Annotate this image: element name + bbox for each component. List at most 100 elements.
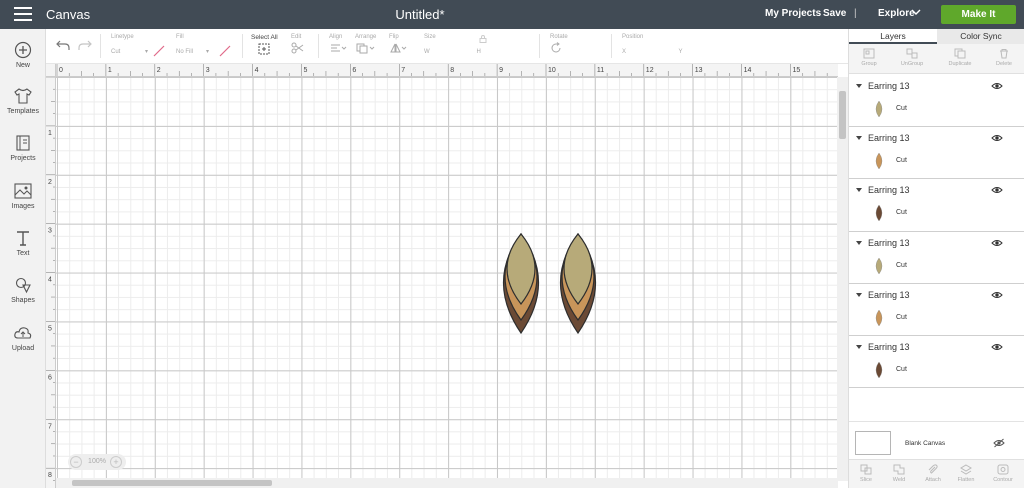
layer-item[interactable]: Cut [849,255,1024,277]
layer-group[interactable]: Earring 13 Cut [849,232,1024,284]
sidebar-item-upload[interactable]: Upload [0,324,46,352]
sidebar-item-shapes[interactable]: Shapes [0,276,46,304]
linetype-select[interactable]: Cut [111,49,145,55]
eye-icon[interactable] [991,82,1003,90]
undo-icon[interactable] [56,39,70,51]
redo-icon[interactable] [78,39,92,51]
linetype-control[interactable]: Linetype Cut ▾ [111,34,148,58]
sidebar-item-images[interactable]: Images [0,182,46,210]
explore-menu[interactable]: Explore [878,8,915,19]
sidebar-item-templates[interactable]: Templates [0,87,46,115]
sidebar-item-new[interactable]: New [0,41,46,69]
edit-control[interactable]: Edit [291,34,307,59]
layer-group[interactable]: Earring 13 Cut [849,336,1024,389]
sidebar-item-projects[interactable]: Projects [0,134,46,162]
vertical-scrollbar[interactable] [837,77,848,481]
rotate-icon[interactable] [550,42,562,54]
layer-group-header[interactable]: Earring 13 [849,290,1024,302]
zoom-out-button[interactable]: − [70,456,82,468]
caret-down-icon[interactable] [856,84,862,88]
layer-item[interactable]: Cut [849,202,1024,224]
layer-item[interactable]: Cut [849,150,1024,172]
layer-item[interactable]: Cut [849,307,1024,329]
design-canvas[interactable]: 012345678910111213141516 12345678 − 100%… [46,64,848,488]
flip-control[interactable]: Flip [389,34,407,59]
rotate-control[interactable]: Rotate [550,34,568,59]
align-icon[interactable] [329,42,347,54]
layer-group-header[interactable]: Earring 13 [849,238,1024,250]
blank-canvas-swatch[interactable] [855,431,891,455]
eye-icon[interactable] [991,186,1003,194]
canvas-grid[interactable] [56,77,838,480]
flip-icon[interactable] [389,42,407,54]
layer-group-header[interactable]: Earring 13 [849,342,1024,354]
caret-down-icon[interactable] [856,240,862,245]
layer-group[interactable]: Earring 13 Cut [849,127,1024,180]
layer-group[interactable]: Earring 13 Cut [849,75,1024,128]
vertical-scroll-thumb[interactable] [839,91,846,139]
duplicate-button[interactable]: Duplicate [943,48,977,67]
eye-icon[interactable] [991,343,1003,351]
tab-color-sync[interactable]: Color Sync [937,29,1024,44]
eye-icon[interactable] [991,239,1003,247]
bottom-actions: Slice Weld Attach Flatten Contour [849,459,1024,488]
zoom-in-button[interactable]: + [110,456,122,468]
earring-left[interactable] [503,232,539,335]
eye-icon[interactable] [991,134,1003,142]
layer-item[interactable]: Cut [849,359,1024,381]
layer-group[interactable]: Earring 13 Cut [849,179,1024,232]
earring-right[interactable] [560,232,596,335]
align-control[interactable]: Align [329,34,347,59]
layer-group[interactable]: Earring 13 Cut [849,284,1024,336]
ruler-left: 1 2 3 4 5 6 7 8 [46,77,56,488]
chevron-down-icon[interactable] [911,7,921,17]
layer-group-header[interactable]: Earring 13 [849,81,1024,93]
select-all-control[interactable]: Select All [251,34,278,60]
make-it-button[interactable]: Make It [941,5,1016,24]
fill-select[interactable]: No Fill [176,49,206,55]
attach-button[interactable]: Attach [916,464,950,483]
horizontal-scrollbar[interactable] [56,478,838,488]
fill-control[interactable]: Fill No Fill ▾ [176,34,209,58]
delete-button[interactable]: Delete [987,48,1021,67]
size-width-field[interactable]: W [424,49,472,55]
linetype-color-swatch-icon[interactable] [153,45,165,57]
position-y-field[interactable]: Y [678,49,682,55]
rotate-label: Rotate [550,34,568,40]
position-control[interactable]: Position X Y [622,34,682,58]
ruler-top-tick-label: 10 [548,67,556,74]
delete-label: Delete [996,61,1012,67]
contour-button[interactable]: Contour [986,464,1020,483]
arrange-control[interactable]: Arrange [355,34,376,59]
position-x-field[interactable]: X [622,49,674,55]
arrange-icon[interactable] [355,42,375,54]
size-control[interactable]: Size W H [424,34,481,58]
tab-layers[interactable]: Layers [849,29,937,44]
lock-icon[interactable] [479,35,487,43]
sidebar-item-text[interactable]: Text [0,229,46,257]
select-all-icon[interactable] [258,43,270,55]
caret-down-icon[interactable] [856,136,862,141]
group-button[interactable]: Group [852,48,886,67]
save-link[interactable]: Save [823,8,846,19]
fill-color-swatch-icon[interactable] [219,45,231,57]
document-title[interactable]: Untitled* [0,7,840,22]
eye-hidden-icon[interactable] [993,438,1005,448]
weld-button[interactable]: Weld [882,464,916,483]
ungroup-button[interactable]: UnGroup [895,48,929,67]
caret-down-icon[interactable] [856,344,862,349]
scissors-icon[interactable] [291,42,307,54]
layer-group-header[interactable]: Earring 13 [849,185,1024,197]
caret-down-icon[interactable] [856,188,862,193]
slice-button[interactable]: Slice [849,464,883,483]
earring-design[interactable] [492,232,608,336]
horizontal-scroll-thumb[interactable] [72,480,272,486]
layer-group-header[interactable]: Earring 13 [849,133,1024,145]
layers-list: Earring 13 Cut Earring 13 Cut Earring 13 Cut E… [849,75,1024,420]
size-height-field[interactable]: H [476,49,480,55]
my-projects-link[interactable]: My Projects [765,8,821,19]
caret-down-icon[interactable] [856,292,862,297]
layer-item[interactable]: Cut [849,98,1024,120]
flatten-button[interactable]: Flatten [949,464,983,483]
eye-icon[interactable] [991,291,1003,299]
